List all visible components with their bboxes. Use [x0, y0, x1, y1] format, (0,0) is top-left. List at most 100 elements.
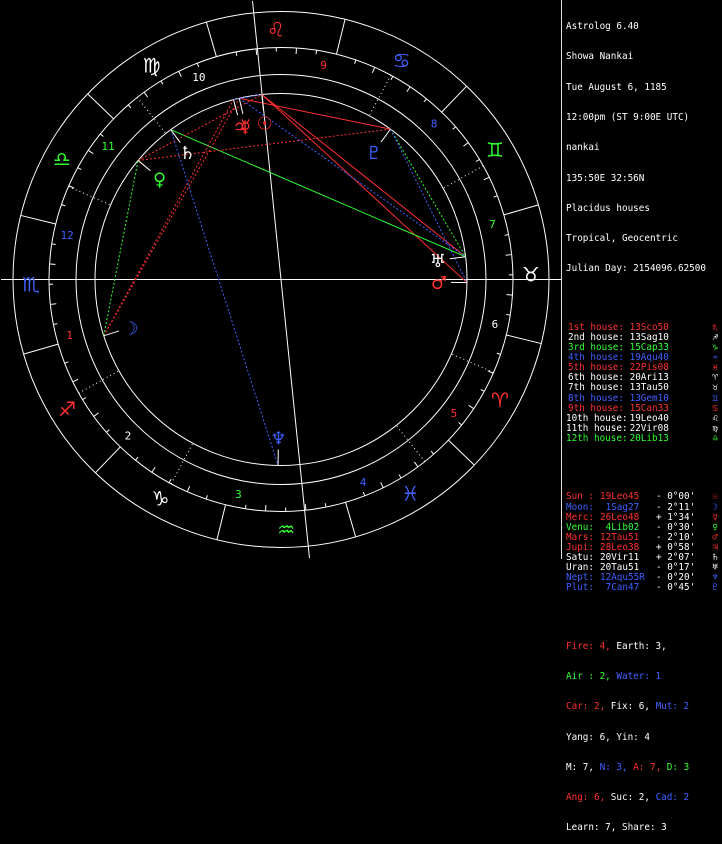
degree-tick [431, 451, 434, 454]
degree-tick [187, 486, 189, 491]
planet-position: 19Leo45 [600, 492, 656, 502]
degree-tick [206, 495, 207, 499]
planet-icon: ♅ [712, 563, 718, 573]
degree-tick [363, 492, 364, 496]
julian-day: Julian Day: 2154096.62500 [566, 264, 722, 274]
aspect-line [104, 100, 234, 336]
house-cusp-line [451, 354, 493, 372]
planet-position: 7Can47 [600, 583, 656, 593]
planet-icon: ☽ [122, 318, 138, 339]
house-number: 7 [489, 218, 496, 231]
degree-tick [407, 87, 410, 92]
zodiac-sign-icon: ♍ [143, 54, 161, 78]
aspect-line [104, 160, 138, 335]
info-panel: Astrolog 6.40 Showa Nankai Tue August 6,… [566, 2, 722, 557]
planet-label: Sun : [566, 492, 600, 502]
degree-tick [106, 430, 109, 433]
degree-tick [52, 244, 56, 245]
zodiac-sign-icon: ♉ [522, 262, 540, 286]
sign-boundary [21, 215, 56, 224]
planet-row: Plut: 7Can47- 0°45'♇ [566, 583, 722, 593]
house-number: 1 [66, 329, 73, 342]
degree-tick [144, 92, 148, 97]
house-number: 11 [101, 140, 114, 153]
sign-boundary [448, 440, 474, 465]
house-list: 1st house: 13Sco50♏2nd house: 13Sag10♐3r… [566, 323, 722, 444]
degree-tick [372, 67, 374, 72]
planet-icon: ♆ [712, 573, 718, 583]
sign-boundary [88, 94, 114, 119]
house-number: 6 [492, 318, 499, 331]
element-summary-2: Air : 2, Water: 1 [566, 672, 722, 682]
degree-tick [355, 60, 356, 64]
house-value: 20Lib13 [630, 433, 669, 444]
degree-tick [50, 304, 56, 305]
yang-yin: Yang: 6, Yin: 4 [566, 733, 722, 743]
zodiac-sign-icon: ♌ [267, 18, 285, 42]
degree-tick [128, 105, 131, 108]
degree-tick [236, 52, 237, 56]
degree-tick [73, 379, 78, 382]
planet-row: Sun :19Leo45- 0°00'☉ [566, 492, 722, 502]
chart-date: Tue August 6, 1185 [566, 83, 722, 93]
degree-tick [494, 196, 498, 197]
element-summary: Fire: 4, Earth: 3, [566, 642, 722, 652]
planet-row: Nept:12Aqu55R- 0°20'♆ [566, 573, 722, 583]
house-label: 12th house: [566, 434, 624, 444]
degree-tick [179, 71, 182, 76]
degree-tick [197, 63, 198, 67]
house-cusp-line [68, 187, 110, 205]
sign-boundary [346, 502, 356, 537]
planet-icon: ☉ [257, 113, 273, 134]
planet-icon: ♀ [153, 169, 166, 190]
degree-tick [88, 150, 93, 153]
degree-tick [256, 49, 257, 55]
degree-tick [476, 159, 479, 161]
chart-time: 12:00pm (ST 9:00E UTC) [566, 113, 722, 123]
degree-tick [69, 186, 74, 188]
zodiac-sign-icon: ♒ [277, 517, 295, 541]
planet-latitude: - 0°45' [656, 582, 695, 593]
degree-tick [453, 127, 456, 130]
degree-tick [469, 405, 474, 408]
degree-tick [245, 505, 246, 509]
planet-label: Satu: [566, 553, 600, 563]
degree-tick [78, 168, 82, 170]
zodiac-sign-icon: ♓ [401, 481, 419, 505]
degree-tick [100, 134, 103, 137]
planet-tick [239, 98, 243, 114]
chart-name: Showa Nankai [566, 52, 722, 62]
aspect-line [104, 98, 240, 336]
house-number: 5 [451, 407, 458, 420]
quad-summary: M: 7, N: 3, A: 7, D: 3 [566, 763, 722, 773]
planet-position: 20Vir11 [600, 553, 656, 563]
angular-summary: Ang: 6, Suc: 2, Cad: 2 [566, 793, 722, 803]
planet-tick [138, 160, 150, 170]
degree-tick [53, 324, 57, 325]
planet-icon: ♄ [712, 553, 718, 563]
planet-tick [381, 129, 390, 142]
zodiac-sign-icon: ♋ [393, 48, 411, 72]
sign-boundary [95, 447, 120, 473]
degree-tick [325, 503, 326, 507]
planet-icon: ♄ [179, 143, 195, 164]
planet-row: Satu:20Vir11+ 2°07'♄ [566, 553, 722, 563]
planet-list: Sun :19Leo45- 0°00'☉Moon: 1Sag27- 2°11'☽… [566, 492, 722, 593]
sign-boundary [336, 19, 345, 54]
house-cusp-line [281, 280, 309, 559]
degree-tick [82, 398, 85, 400]
house-cusp-line [396, 425, 425, 461]
zodiac-type: Tropical, Geocentric [566, 234, 722, 244]
panel-divider [561, 0, 562, 559]
house-number: 3 [235, 488, 242, 501]
planet-icon: ♆ [270, 428, 286, 449]
sign-boundary [217, 505, 226, 540]
house-cusp-line [137, 97, 166, 133]
house-number: 10 [192, 71, 205, 84]
sign-boundary [506, 335, 541, 344]
degree-tick [152, 467, 155, 472]
zodiac-sign-icon: ♐ [58, 397, 76, 421]
house-row: 12th house: 20Lib13♎ [566, 434, 722, 444]
degree-tick [488, 371, 493, 373]
degree-tick [424, 99, 427, 102]
